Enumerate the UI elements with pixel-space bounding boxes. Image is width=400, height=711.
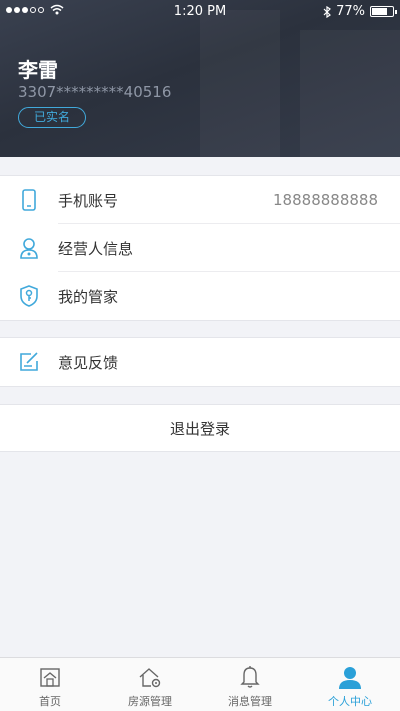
user-icon	[337, 664, 363, 690]
bell-icon	[237, 664, 263, 690]
menu-item-phone-account[interactable]: 手机账号 18888888888	[0, 176, 400, 224]
tab-bar: 首页 房源管理 消息管理 个人中心	[0, 657, 400, 711]
tab-profile[interactable]: 个人中心	[300, 658, 400, 711]
user-name: 李雷	[18, 58, 58, 82]
person-icon	[18, 237, 40, 259]
menu-item-label: 经营人信息	[58, 239, 134, 258]
user-id-number: 3307*********40516	[18, 83, 172, 101]
tab-label: 房源管理	[128, 695, 172, 708]
feedback-icon	[18, 351, 40, 373]
menu-item-feedback[interactable]: 意见反馈	[0, 338, 400, 386]
menu-item-my-butler[interactable]: 我的管家	[0, 272, 400, 320]
tab-label: 消息管理	[228, 695, 272, 708]
background-building	[200, 10, 280, 157]
background-building	[300, 30, 400, 157]
menu-item-label: 意见反馈	[58, 353, 119, 372]
tab-listings[interactable]: 房源管理	[100, 658, 200, 711]
menu-item-label: 我的管家	[58, 287, 119, 306]
logout-button[interactable]: 退出登录	[0, 404, 400, 452]
house-gear-icon	[137, 664, 163, 690]
battery-icon	[370, 6, 397, 17]
shield-key-icon	[18, 285, 40, 307]
profile-header: 1:20 PM 77% 李雷 3307*********40516 已实名	[0, 0, 400, 157]
home-icon	[37, 664, 63, 690]
account-menu: 手机账号 18888888888 经营人信息 我的管家	[0, 175, 400, 321]
tab-label: 首页	[39, 695, 61, 708]
tab-label: 个人中心	[328, 695, 372, 708]
verified-badge: 已实名	[18, 107, 86, 128]
tab-messages[interactable]: 消息管理	[200, 658, 300, 711]
feedback-menu: 意见反馈	[0, 337, 400, 387]
menu-item-operator-info[interactable]: 经营人信息	[0, 224, 400, 272]
status-bar: 1:20 PM 77%	[0, 0, 400, 24]
battery-percent: 77%	[336, 4, 365, 19]
phone-number-value: 18888888888	[273, 191, 378, 209]
bluetooth-icon	[323, 5, 332, 18]
phone-icon	[18, 189, 40, 211]
menu-item-label: 手机账号	[58, 191, 119, 210]
tab-home[interactable]: 首页	[0, 658, 100, 711]
